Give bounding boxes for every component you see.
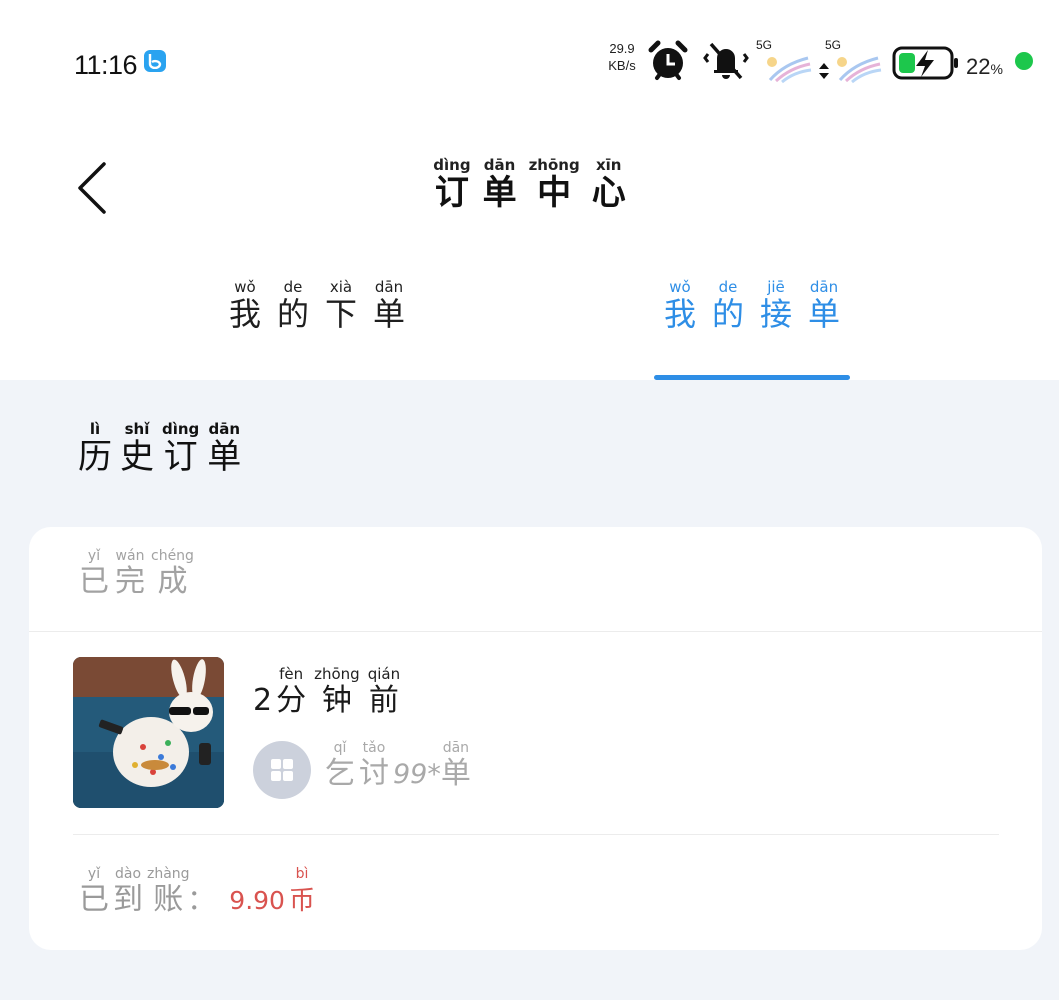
title-char: 单dān [482, 156, 517, 213]
privacy-dot-icon [1015, 52, 1033, 70]
header: 订dìng 单dān 中zhōng 心xīn 我wǒ 的de 下xià 单dān 我wǒ 的d… [0, 120, 1059, 380]
page-title: 订dìng 单dān 中zhōng 心xīn [0, 156, 1059, 214]
payment-row: 已yǐ到dào账zhàng： 9.90 币bì [79, 866, 319, 918]
paid-char: 到dào [113, 866, 143, 917]
section-char: 史shǐ [120, 420, 154, 477]
paid-amount: 9.90 [229, 886, 285, 915]
title-char: 中zhōng [528, 156, 580, 213]
tab-my-accepted[interactable]: 我wǒ 的de 接jiē 单dān [602, 278, 902, 380]
tab-char: 下xià [325, 278, 358, 333]
section-char: 订dìng [162, 420, 200, 477]
paid-char: 已yǐ [79, 866, 109, 917]
currency-char: 币bì [288, 866, 315, 916]
title-char: 订dìng [433, 156, 471, 213]
user-char: 单dān [440, 740, 471, 791]
net-speed: 29.9 KB/s [604, 40, 640, 74]
section-char: 历lì [78, 420, 112, 477]
battery-charging-icon [892, 46, 958, 80]
tab-char: 单dān [373, 278, 406, 333]
mute-icon [703, 42, 749, 80]
tab-char: 我wǒ [663, 278, 696, 333]
tab-bar: 我wǒ 的de 下xià 单dān 我wǒ 的de 接jiē 单dān [0, 278, 1059, 380]
net-speed-value: 29.9 [609, 41, 635, 56]
signal-5g-icon [837, 56, 882, 84]
time-char: 分fèn [276, 665, 307, 718]
time-char: 钟zhōng [314, 665, 360, 718]
active-tab-indicator [654, 375, 850, 380]
tab-char: 的de [276, 278, 309, 333]
data-arrows-icon [819, 63, 829, 79]
tab-my-orders[interactable]: 我wǒ 的de 下xià 单dān [167, 278, 467, 380]
battery-percent-sign: % [990, 61, 1003, 77]
order-photo-icon [73, 657, 224, 808]
user-masked-id: 99* [393, 759, 441, 790]
signal-5g-icon [767, 56, 812, 84]
section-char: 单dān [207, 420, 242, 477]
order-time: 2 分fèn钟zhōng前qián [253, 665, 404, 719]
time-char: 前qián [367, 665, 401, 718]
section-title: 历lì史shǐ订dìng单dān [78, 420, 249, 478]
status-char: 成chéng [151, 548, 194, 599]
paid-colon: ： [187, 883, 216, 916]
divider [29, 631, 1042, 632]
order-time-number: 2 [253, 683, 273, 718]
tab-char: 的de [711, 278, 744, 333]
status-icons: 29.9 KB/s 5G 5G 22% [600, 38, 1059, 86]
tab-char: 单dān [808, 278, 841, 333]
status-time: 11:16 [74, 50, 138, 80]
status-char: 完wán [115, 548, 145, 599]
battery-percent-value: 22 [966, 54, 991, 79]
title-char: 心xīn [591, 156, 626, 213]
paid-char: 账zhàng [147, 866, 190, 917]
user-char: 讨tǎo [359, 740, 389, 791]
alarm-icon [648, 40, 688, 80]
user-row[interactable]: 乞qǐ讨tǎo99*单dān [253, 740, 753, 801]
currency-label: 币bì [289, 866, 319, 916]
avatar-placeholder-icon [253, 741, 311, 799]
net-speed-unit: KB/s [608, 58, 636, 73]
tab-char: 我wǒ [228, 278, 261, 333]
divider [73, 834, 999, 835]
app-notification-icon [144, 50, 166, 72]
order-thumbnail[interactable] [73, 657, 224, 808]
user-name: 乞qǐ讨tǎo99*单dān [325, 740, 475, 792]
user-char: 乞qǐ [325, 740, 355, 791]
status-char: 已yǐ [79, 548, 109, 599]
status-bar: 11:16 29.9 KB/s 5G 5G 22% [0, 0, 1059, 120]
tab-char: 接jiē [760, 278, 793, 333]
order-status: 已yǐ完wán成chéng [79, 548, 200, 600]
battery-percent: 22% [966, 54, 1003, 80]
order-card[interactable]: 已yǐ完wán成chéng 2 分fèn钟zhōng前qián 乞qǐ讨tǎo9… [29, 527, 1042, 950]
